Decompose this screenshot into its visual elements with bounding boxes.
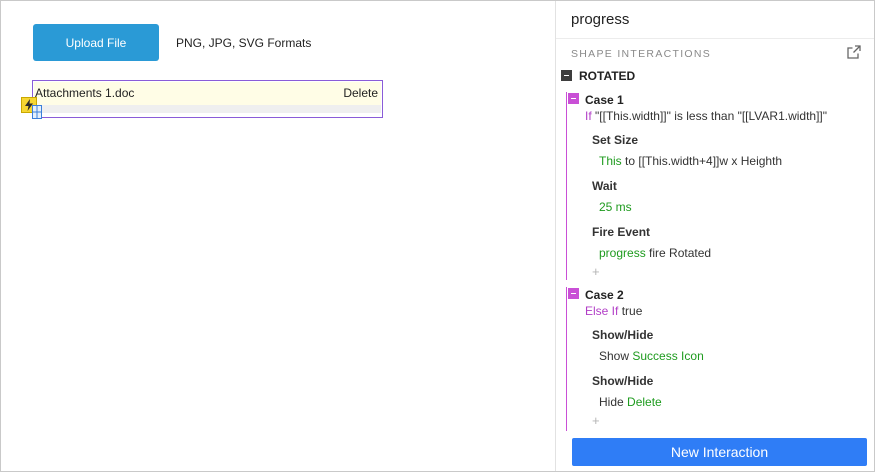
- new-interaction-button[interactable]: New Interaction: [572, 438, 867, 466]
- external-link-icon[interactable]: [846, 44, 862, 60]
- action-detail[interactable]: progress fire Rotated: [599, 246, 711, 260]
- action-target: 25 ms: [599, 200, 632, 214]
- group-handle-icon[interactable]: [32, 105, 42, 119]
- attachment-widget[interactable]: Attachments 1.doc Delete: [32, 80, 383, 118]
- action-title[interactable]: Show/Hide: [592, 328, 653, 342]
- interactions-panel: progress SHAPE INTERACTIONS ROTATED Case…: [555, 1, 874, 471]
- action-title[interactable]: Set Size: [592, 133, 638, 147]
- action-detail[interactable]: Hide Delete: [599, 395, 662, 409]
- case-2-title[interactable]: Case 2: [585, 288, 624, 302]
- attachment-row: Attachments 1.doc Delete: [34, 82, 381, 105]
- case-2-condition[interactable]: Else If true: [585, 304, 642, 318]
- case-1-line: [566, 92, 567, 280]
- action-title[interactable]: Show/Hide: [592, 374, 653, 388]
- collapse-case-1-icon[interactable]: [568, 93, 579, 104]
- formats-label: PNG, JPG, SVG Formats: [176, 36, 312, 50]
- case-2-line: [566, 287, 567, 431]
- action-text: fire Rotated: [649, 246, 712, 260]
- action-detail[interactable]: This to [[This.width+4]]w x Heighth: [599, 154, 782, 168]
- design-canvas[interactable]: Upload File PNG, JPG, SVG Formats Attach…: [1, 1, 555, 471]
- add-action-button[interactable]: +: [592, 413, 600, 428]
- attachment-delete-link[interactable]: Delete: [343, 86, 378, 100]
- widget-name[interactable]: progress: [571, 11, 629, 28]
- case-1-condition[interactable]: If "[[This.width]]" is less than "[[LVAR…: [585, 109, 827, 123]
- action-target: Success Icon: [632, 349, 704, 363]
- action-detail[interactable]: Show Success Icon: [599, 349, 704, 363]
- action-verb: Hide: [599, 395, 624, 409]
- action-target: Delete: [627, 395, 662, 409]
- event-name[interactable]: ROTATED: [579, 69, 635, 83]
- add-action-button[interactable]: +: [592, 264, 600, 279]
- condition-text: true: [621, 304, 643, 318]
- case-1-title[interactable]: Case 1: [585, 93, 624, 107]
- upload-file-button[interactable]: Upload File: [33, 24, 159, 61]
- action-text: to [[This.width+4]]w x Heighth: [625, 154, 783, 168]
- section-label: SHAPE INTERACTIONS: [571, 48, 712, 60]
- panel-divider: [556, 38, 874, 39]
- progress-bar[interactable]: [34, 105, 381, 113]
- collapse-event-icon[interactable]: [561, 70, 572, 81]
- action-verb: Show: [599, 349, 630, 363]
- action-title[interactable]: Fire Event: [592, 225, 650, 239]
- action-target: progress: [599, 246, 646, 260]
- attachment-name: Attachments 1.doc: [35, 86, 135, 100]
- interactions-list[interactable]: ROTATED Case 1 If "[[This.width]]" is le…: [556, 63, 874, 431]
- condition-text: "[[This.width]]" is less than "[[LVAR1.w…: [595, 109, 828, 123]
- action-title[interactable]: Wait: [592, 179, 617, 193]
- condition-keyword: Else If: [585, 304, 619, 318]
- collapse-case-2-icon[interactable]: [568, 288, 579, 299]
- action-detail[interactable]: 25 ms: [599, 200, 632, 214]
- condition-keyword: If: [585, 109, 592, 123]
- action-target: This: [599, 154, 622, 168]
